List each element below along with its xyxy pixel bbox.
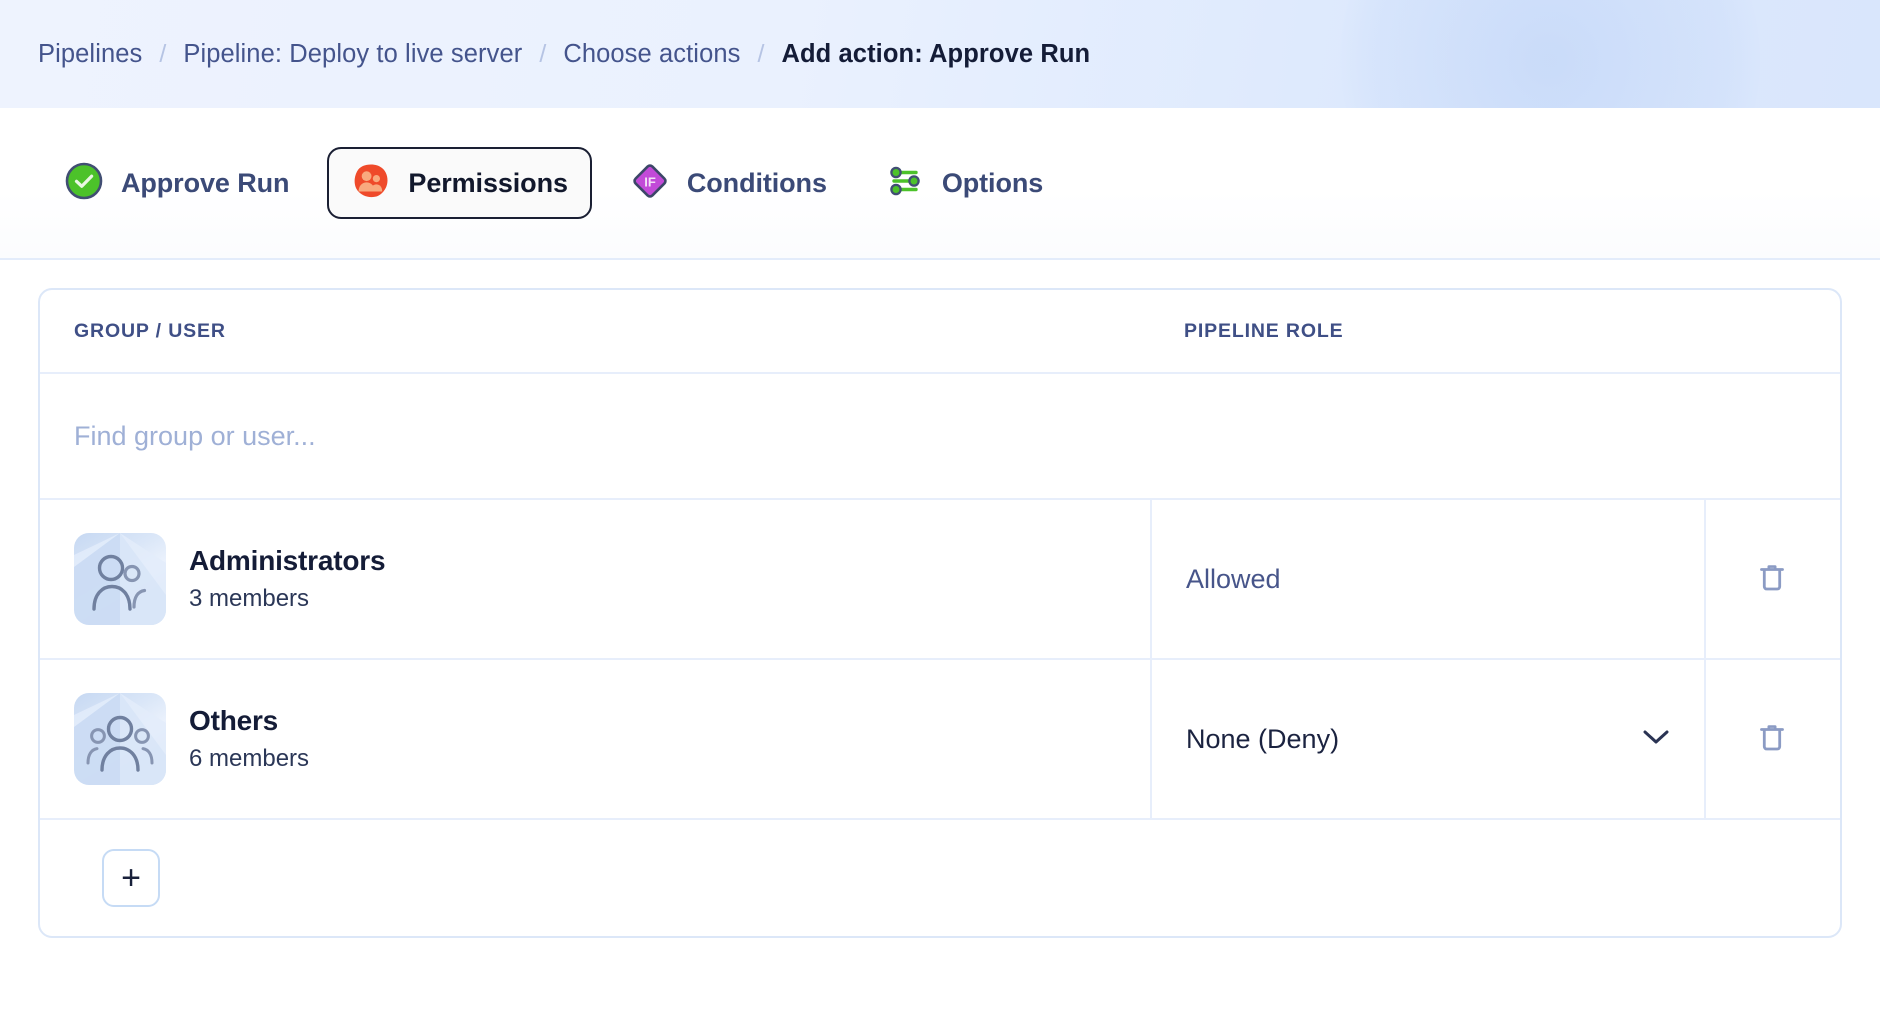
breadcrumb-separator: / <box>758 40 765 69</box>
tab-approve-run-label: Approve Run <box>121 168 289 199</box>
role-cell[interactable]: Allowed <box>1150 500 1704 658</box>
breadcrumb-item-pipeline[interactable]: Pipeline: Deploy to live server <box>183 40 522 69</box>
svg-text:IF: IF <box>644 174 656 189</box>
table-row: Others 6 members None (Deny) <box>40 660 1840 820</box>
trash-icon <box>1757 561 1787 598</box>
role-value: Allowed <box>1186 564 1281 595</box>
tab-conditions[interactable]: IF Conditions <box>610 147 847 219</box>
permissions-person-icon <box>351 161 391 206</box>
tab-options[interactable]: Options <box>865 147 1063 219</box>
role-dropdown[interactable]: None (Deny) <box>1150 660 1704 818</box>
tab-options-label: Options <box>942 168 1043 199</box>
add-row-area: + <box>40 820 1840 936</box>
group-text: Administrators 3 members <box>189 545 385 613</box>
add-group-or-user-button[interactable]: + <box>102 849 160 907</box>
group-cell: Administrators 3 members <box>40 500 1150 658</box>
search-row[interactable] <box>40 374 1840 500</box>
breadcrumb-bar: Pipelines / Pipeline: Deploy to live ser… <box>0 0 1880 108</box>
tab-conditions-label: Conditions <box>687 168 827 199</box>
breadcrumb-item-choose-actions[interactable]: Choose actions <box>563 40 740 69</box>
if-diamond-icon: IF <box>630 161 670 206</box>
group-name: Others <box>189 705 309 737</box>
group-text: Others 6 members <box>189 705 309 773</box>
tab-approve-run[interactable]: Approve Run <box>44 147 309 219</box>
tab-bar: Approve Run Permissions IF Conditions <box>0 108 1880 260</box>
column-header-group-user: GROUP / USER <box>40 320 1150 343</box>
green-check-circle-icon <box>64 161 104 206</box>
breadcrumb: Pipelines / Pipeline: Deploy to live ser… <box>38 40 1090 69</box>
tab-permissions-label: Permissions <box>408 168 567 199</box>
group-cell: Others 6 members <box>40 660 1150 818</box>
delete-row-button[interactable] <box>1704 660 1838 818</box>
breadcrumb-separator: / <box>539 40 546 69</box>
group-name: Administrators <box>189 545 385 577</box>
breadcrumb-item-pipelines[interactable]: Pipelines <box>38 40 142 69</box>
table-header-row: GROUP / USER PIPELINE ROLE <box>40 290 1840 374</box>
tab-permissions[interactable]: Permissions <box>327 147 591 219</box>
three-people-avatar-icon <box>74 693 166 785</box>
search-input[interactable] <box>74 421 974 452</box>
role-value: None (Deny) <box>1186 724 1339 755</box>
delete-row-button[interactable] <box>1704 500 1838 658</box>
trash-icon <box>1757 721 1787 758</box>
plus-icon: + <box>121 861 141 895</box>
group-members: 6 members <box>189 745 309 773</box>
breadcrumb-item-current: Add action: Approve Run <box>781 40 1090 69</box>
permissions-table-card: GROUP / USER PIPELINE ROLE <box>38 288 1842 938</box>
chevron-down-icon[interactable] <box>1642 728 1670 751</box>
table-row: Administrators 3 members Allowed <box>40 500 1840 660</box>
breadcrumb-separator: / <box>159 40 166 69</box>
sliders-icon <box>885 161 925 206</box>
column-header-pipeline-role: PIPELINE ROLE <box>1150 320 1704 343</box>
two-people-avatar-icon <box>74 533 166 625</box>
group-members: 3 members <box>189 585 385 613</box>
